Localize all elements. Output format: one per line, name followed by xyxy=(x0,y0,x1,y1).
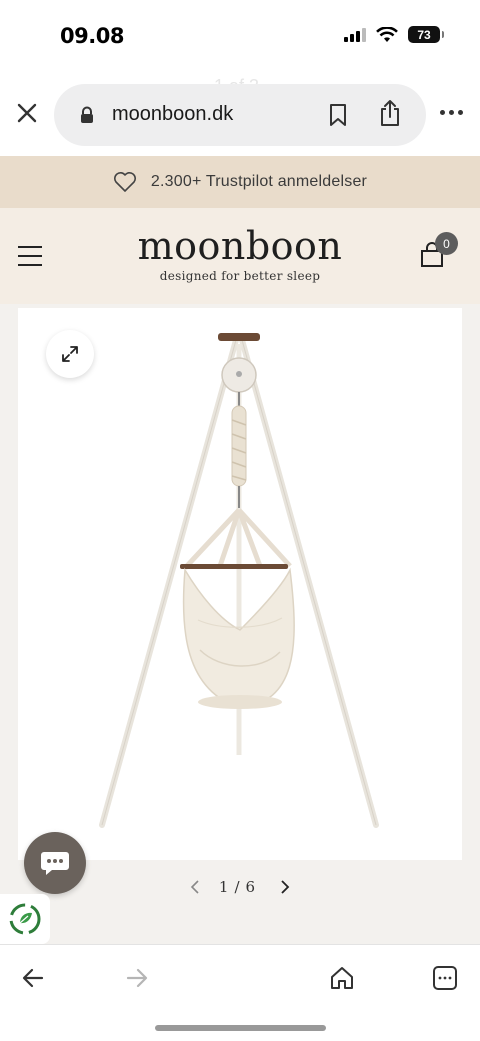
status-icons: 73 xyxy=(344,26,444,43)
site-header: moonboon designed for better sleep 0 xyxy=(0,208,480,304)
tabs-button[interactable] xyxy=(428,961,462,995)
cart-count-badge: 0 xyxy=(435,232,458,255)
chevron-left-icon[interactable] xyxy=(189,880,201,894)
forward-button[interactable] xyxy=(120,961,154,995)
wifi-icon xyxy=(376,26,398,42)
bookmark-icon[interactable] xyxy=(328,103,348,127)
arrow-right-icon xyxy=(126,968,148,988)
pager-separator: / xyxy=(234,878,246,896)
pager-total: 6 xyxy=(245,878,262,896)
tabs-icon xyxy=(433,966,457,990)
url-text: moonboon.dk xyxy=(112,103,234,125)
close-icon xyxy=(17,103,37,123)
eco-badge[interactable] xyxy=(0,894,50,944)
more-icon[interactable] xyxy=(440,110,463,115)
battery-level: 73 xyxy=(417,27,431,42)
home-indicator xyxy=(155,1025,326,1031)
logo[interactable]: moonboon xyxy=(0,224,480,268)
home-icon xyxy=(331,967,353,989)
home-button[interactable] xyxy=(325,961,359,995)
status-bar: 09.08 73 xyxy=(0,0,480,72)
recycle-leaf-icon xyxy=(9,903,41,935)
battery-icon: 73 xyxy=(408,26,444,43)
chevron-right-icon[interactable] xyxy=(279,880,291,894)
share-icon[interactable] xyxy=(378,99,402,127)
pager-indicator: 1/6 xyxy=(219,878,261,896)
chat-icon xyxy=(41,852,69,875)
arrow-left-icon xyxy=(22,968,44,988)
chat-button[interactable] xyxy=(24,832,86,894)
address-bar[interactable]: moonboon.dk xyxy=(54,84,426,146)
announcement-bar[interactable]: 2.300+ Trustpilot anmeldelser xyxy=(0,156,480,208)
expand-icon xyxy=(62,346,78,362)
expand-button[interactable] xyxy=(46,330,94,378)
baby-hammock-illustration xyxy=(99,333,379,828)
logo-tagline: designed for better sleep xyxy=(159,269,321,283)
lock-icon xyxy=(81,106,93,123)
heart-icon xyxy=(113,172,136,192)
announcement-text: 2.300+ Trustpilot anmeldelser xyxy=(150,173,368,190)
browser-toolbar xyxy=(0,944,480,1041)
pager-current: 1 xyxy=(218,878,235,896)
status-time: 09.08 xyxy=(60,24,124,48)
browser-bar: 1 af 3 moonboon.dk xyxy=(0,72,480,156)
back-button[interactable] xyxy=(16,961,50,995)
signal-icon xyxy=(344,27,366,42)
close-button[interactable] xyxy=(12,98,42,128)
